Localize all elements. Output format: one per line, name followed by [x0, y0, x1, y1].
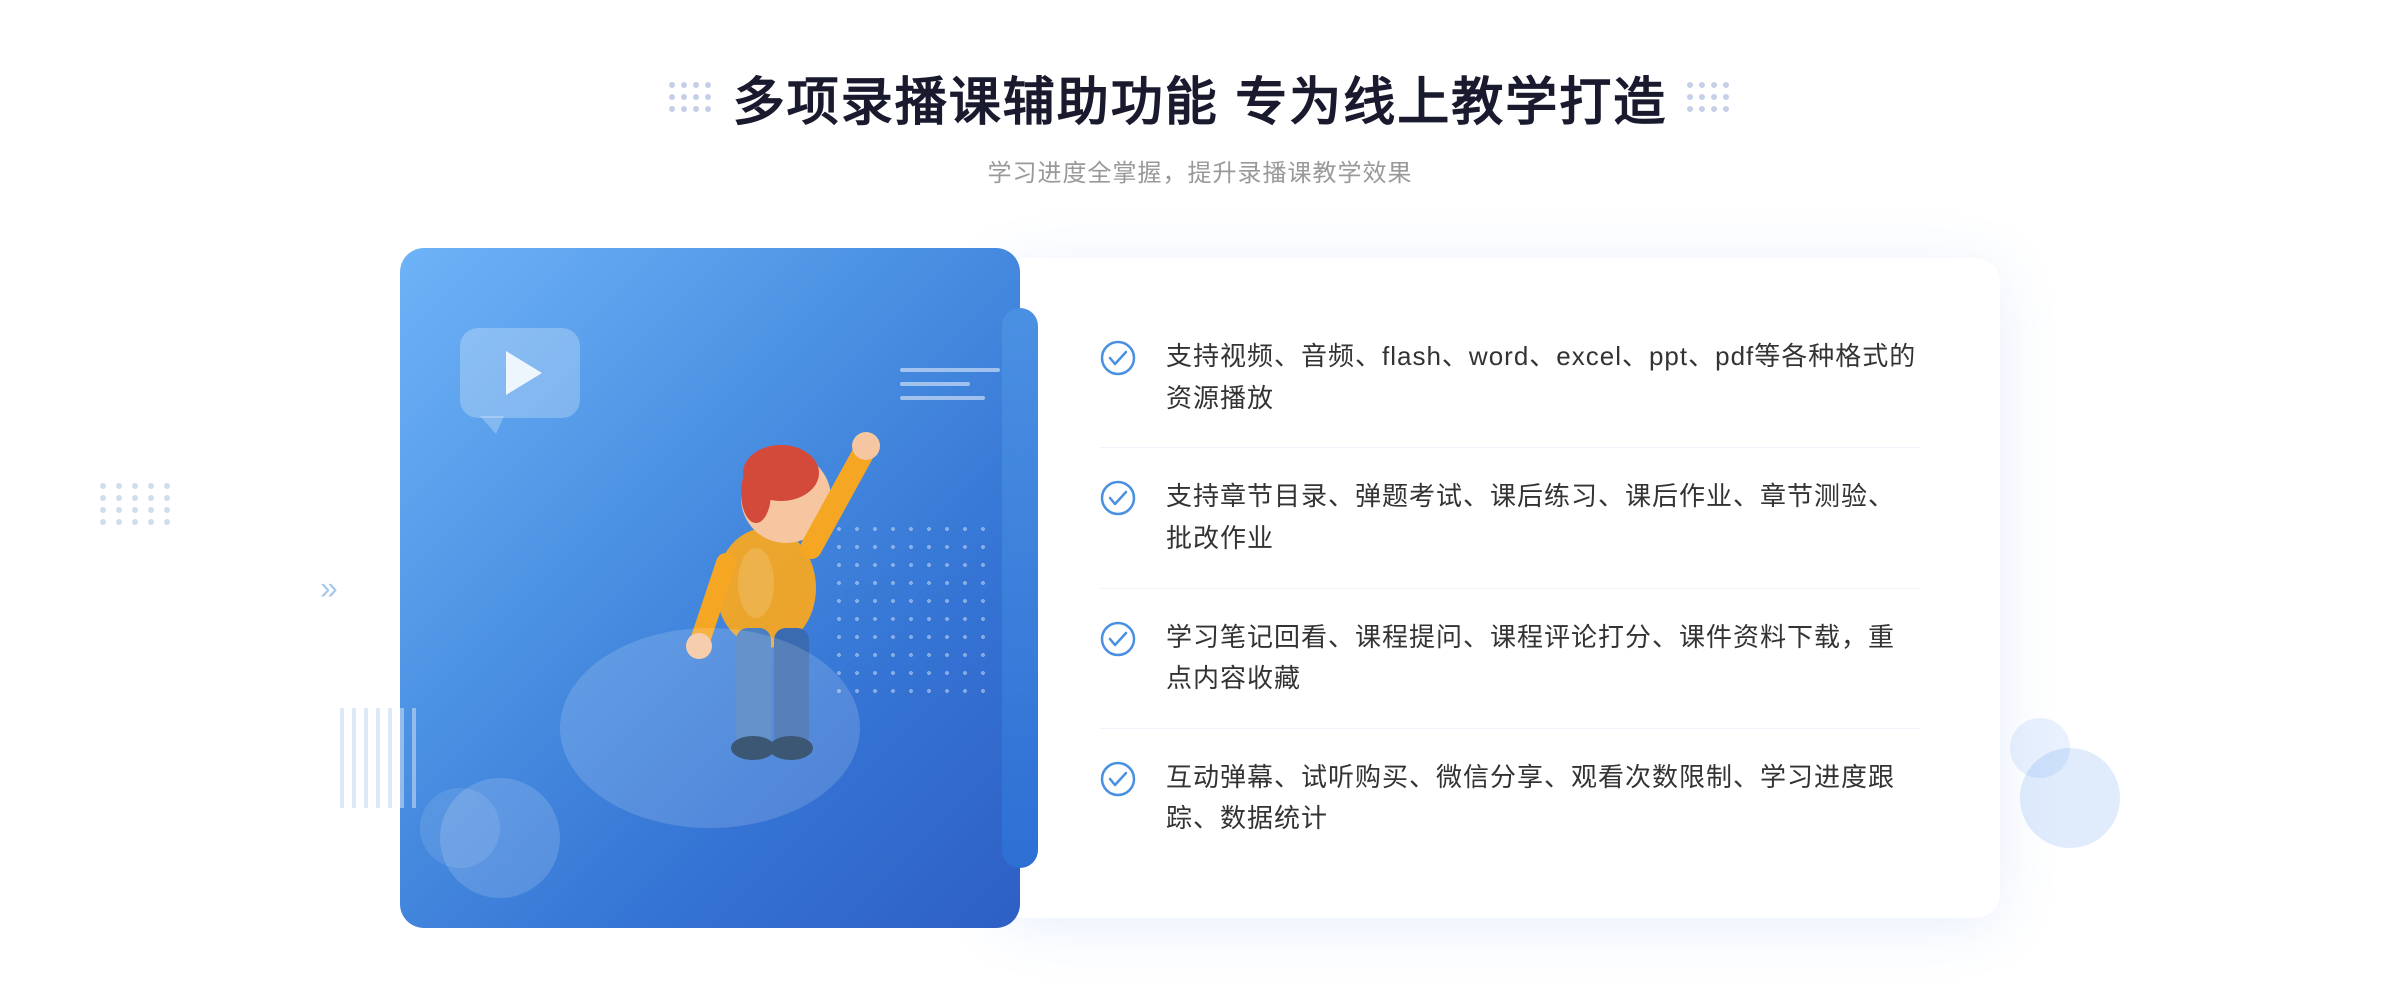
title-dots-right [1687, 82, 1731, 114]
features-panel: 支持视频、音频、flash、word、excel、ppt、pdf等各种格式的资源… [1000, 258, 2000, 918]
deco-line-1 [900, 368, 1000, 372]
chevron-icon: » [320, 570, 338, 607]
play-bubble [460, 328, 580, 418]
feature-item-1: 支持视频、音频、flash、word、excel、ppt、pdf等各种格式的资源… [1100, 308, 1920, 448]
feature-text-2: 支持章节目录、弹题考试、课后练习、课后作业、章节测验、批改作业 [1166, 476, 1920, 559]
feature-item-4: 互动弹幕、试听购买、微信分享、观看次数限制、学习进度跟踪、数据统计 [1100, 729, 1920, 868]
check-icon-2 [1100, 480, 1136, 516]
deco-lines [900, 368, 1000, 400]
content-area: » [400, 248, 2000, 928]
check-icon-3 [1100, 621, 1136, 657]
feature-item-3: 学习笔记回看、课程提问、课程评论打分、课件资料下载，重点内容收藏 [1100, 589, 1920, 729]
header-section: 多项录播课辅助功能 专为线上教学打造 学习进度全掌握，提升录播课教学效果 [669, 60, 1731, 188]
stripe-decoration [340, 708, 420, 808]
feature-text-3: 学习笔记回看、课程提问、课程评论打分、课件资料下载，重点内容收藏 [1166, 617, 1920, 700]
right-circle-small [2010, 718, 2070, 778]
main-title: 多项录播课辅助功能 专为线上教学打造 [733, 60, 1667, 135]
check-icon-4 [1100, 761, 1136, 797]
play-button-area [460, 328, 580, 418]
blue-strip [1002, 308, 1038, 868]
left-chevrons: » [320, 570, 338, 607]
bottom-circle-2 [420, 788, 500, 868]
feature-item-2: 支持章节目录、弹题考试、课后练习、课后作业、章节测验、批改作业 [1100, 448, 1920, 588]
subtitle: 学习进度全掌握，提升录播课教学效果 [987, 153, 1412, 188]
title-row: 多项录播课辅助功能 专为线上教学打造 [669, 60, 1731, 135]
feature-text-4: 互动弹幕、试听购买、微信分享、观看次数限制、学习进度跟踪、数据统计 [1166, 757, 1920, 840]
glow-circle [560, 628, 860, 828]
deco-line-2 [900, 382, 970, 386]
play-triangle-icon [506, 351, 542, 395]
outer-dots-left [100, 483, 174, 525]
check-icon-1 [1100, 340, 1136, 376]
illustration-panel [400, 248, 1020, 928]
feature-text-1: 支持视频、音频、flash、word、excel、ppt、pdf等各种格式的资源… [1166, 336, 1920, 419]
title-dots-left [669, 82, 713, 114]
deco-line-3 [900, 396, 985, 400]
page-wrapper: 多项录播课辅助功能 专为线上教学打造 学习进度全掌握，提升录播课教学效果 » [0, 0, 2400, 1008]
